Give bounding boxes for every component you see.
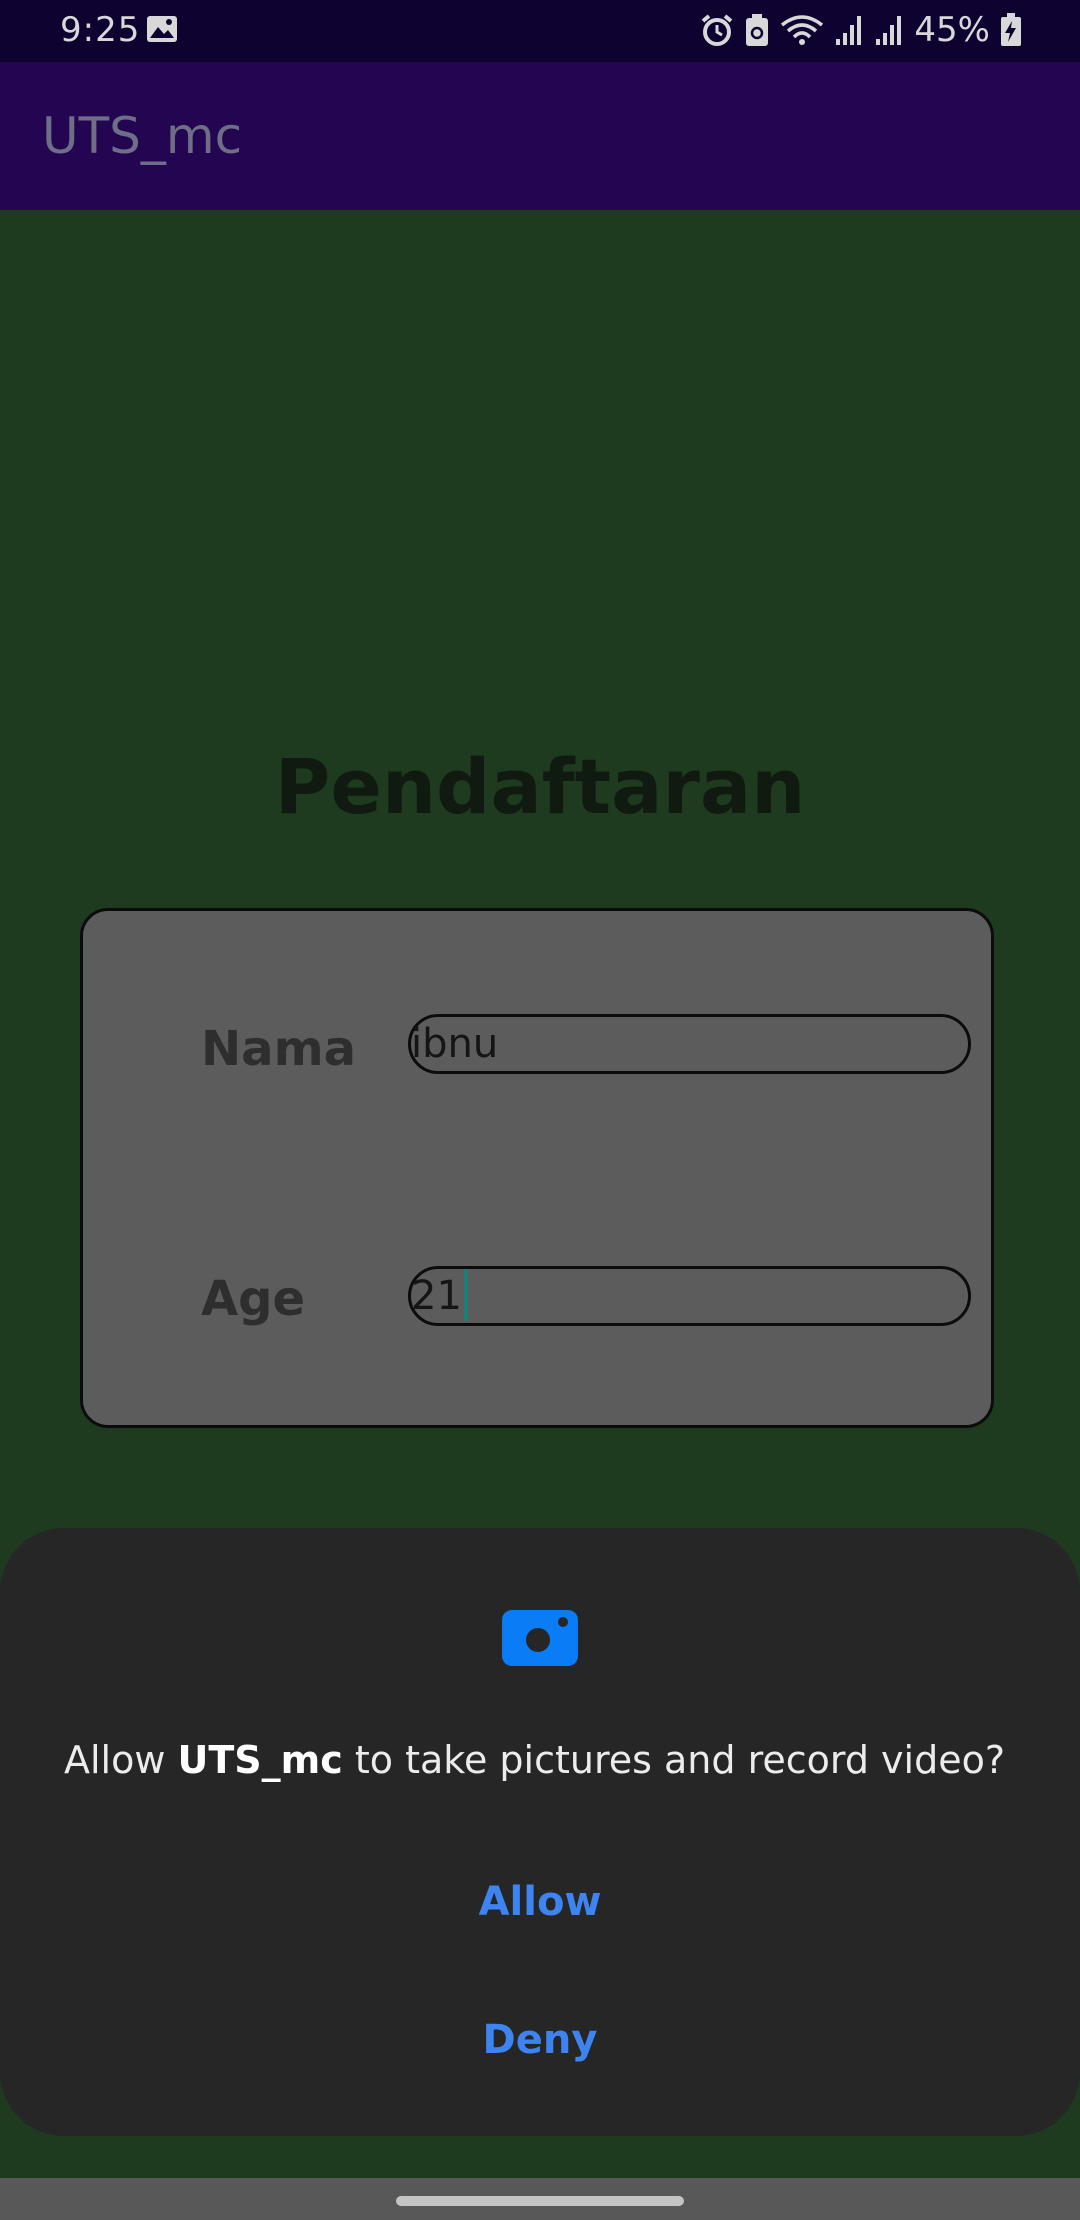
- gallery-icon: [147, 16, 177, 42]
- nama-label: Nama: [201, 1021, 356, 1077]
- app-title: UTS_mc: [42, 107, 243, 165]
- age-input-value: 21: [411, 1273, 462, 1319]
- alarm-icon: [702, 14, 733, 46]
- age-input[interactable]: 21: [408, 1266, 971, 1326]
- permission-dialog: Allow UTS_mc to take pictures and record…: [0, 1528, 1080, 2136]
- status-time: 9:25: [60, 10, 141, 50]
- camera-icon: [502, 1610, 578, 1666]
- nama-input[interactable]: ibnu: [408, 1014, 971, 1074]
- navigation-bar: [0, 2178, 1080, 2220]
- message-suffix: to take pictures and record video?: [342, 1738, 1006, 1782]
- text-cursor: [463, 1269, 468, 1321]
- app-bar: UTS_mc: [0, 62, 1080, 210]
- signal-icon: [876, 16, 902, 45]
- nama-input-value: ibnu: [411, 1021, 499, 1067]
- registration-form-card: Nama ibnu Age 21: [80, 908, 994, 1428]
- message-prefix: Allow: [64, 1738, 178, 1782]
- allow-button[interactable]: Allow: [0, 1852, 1080, 1952]
- message-app-name: UTS_mc: [177, 1738, 343, 1782]
- status-icons: 45%: [700, 10, 1022, 50]
- signal-icon: [836, 16, 862, 45]
- page-heading: Pendaftaran: [274, 742, 806, 831]
- battery-charging-icon: [1001, 13, 1021, 46]
- permission-message: Allow UTS_mc to take pictures and record…: [64, 1738, 1005, 1782]
- wifi-icon: [781, 15, 824, 45]
- home-gesture-handle[interactable]: [396, 2196, 684, 2206]
- age-label: Age: [201, 1271, 306, 1327]
- recycle-icon: [746, 14, 769, 46]
- battery-percent: 45%: [914, 10, 990, 50]
- deny-button[interactable]: Deny: [0, 1990, 1080, 2090]
- status-bar: 9:25 45%: [0, 0, 1080, 62]
